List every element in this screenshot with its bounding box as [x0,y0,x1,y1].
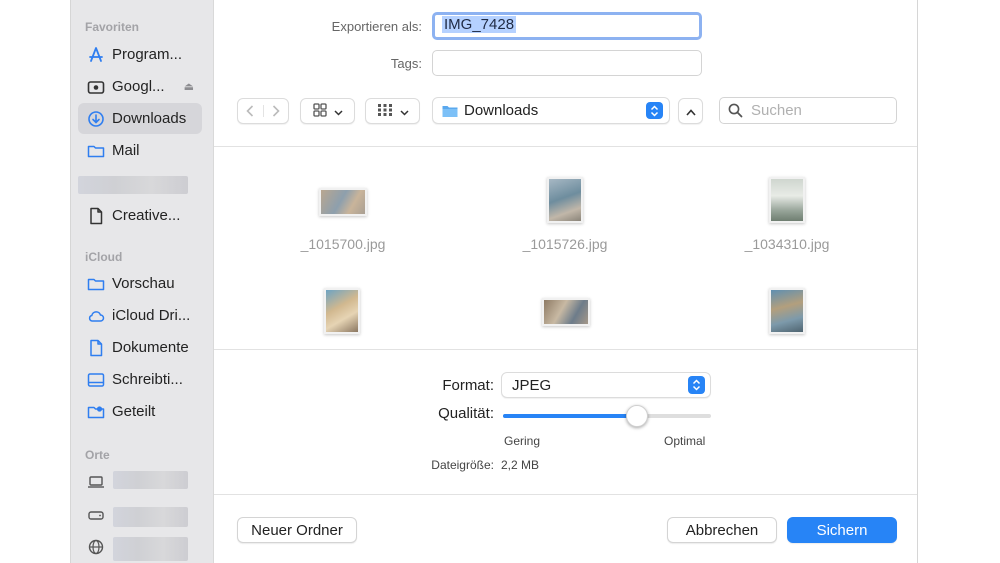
search-field[interactable]: Suchen [719,97,897,124]
file-name[interactable]: _1034310.jpg [702,236,872,252]
view-icons-button[interactable] [300,98,355,124]
downloads-icon [87,110,105,128]
file-thumbnail[interactable] [324,288,360,334]
sidebar-item-place-network[interactable] [78,531,118,562]
sidebar-item-label: Geteilt [112,403,156,420]
group-grid-icon [377,103,393,120]
quality-label: Qualität: [438,405,494,422]
sidebar-item-place-computer[interactable] [78,466,118,497]
group-view-button[interactable] [365,98,420,124]
sidebar-item-creative[interactable]: Creative... [78,200,202,231]
sidebar-item-applications[interactable]: Program... [78,39,202,70]
sidebar-section-favorites: Favoriten [85,20,140,34]
file-thumbnail[interactable] [547,177,583,223]
format-popup[interactable]: JPEG [501,372,711,398]
chevron-down-icon [333,104,343,119]
tags-label: Tags: [390,56,422,71]
search-placeholder: Suchen [751,102,802,119]
sidebar-item-label: Schreibti... [112,371,183,388]
sidebar: Favoriten Program... Googl... ⏏ Download… [71,0,214,563]
save-button[interactable]: Sichern [787,517,897,543]
updown-chevron-icon [688,376,705,394]
quality-slider[interactable] [503,404,711,428]
sidebar-item-dokumente[interactable]: Dokumente [78,332,202,363]
sidebar-item-label: Dokumente [112,339,189,356]
desktop-icon [87,371,105,389]
export-filename-value: IMG_7428 [442,16,517,33]
updown-chevron-icon [646,102,663,119]
location-label: Downloads [464,102,539,119]
sidebar-item-label: Program... [112,46,183,63]
quality-min-label: Gering [504,434,541,448]
file-thumbnail[interactable] [542,298,590,326]
sidebar-item-geteilt[interactable]: Geteilt [78,396,202,427]
file-name[interactable]: _1015726.jpg [480,236,650,252]
main-panel: Exportieren als: IMG_7428 Tags: Download… [214,0,917,563]
location-popup[interactable]: Downloads [432,97,670,124]
applications-icon [87,46,105,64]
sidebar-section-places: Orte [85,448,110,462]
chevron-up-icon [685,104,696,119]
grid-view-icon [312,102,327,120]
sidebar-item-mail[interactable]: Mail [78,135,202,166]
sidebar-item-schreibtisch[interactable]: Schreibti... [78,364,202,395]
redacted-place-label [113,471,188,489]
globe-icon [87,538,105,556]
sidebar-item-label: Vorschau [112,275,175,292]
save-dialog: Favoriten Program... Googl... ⏏ Download… [70,0,918,563]
sidebar-section-icloud: iCloud [85,250,123,264]
divider [214,494,917,495]
sidebar-item-icloud-drive[interactable]: iCloud Dri... [78,300,202,331]
quality-max-label: Optimal [664,434,706,448]
divider [214,146,917,147]
file-thumbnail[interactable] [769,288,805,334]
slider-knob[interactable] [625,405,648,427]
file-thumbnail[interactable] [769,177,805,223]
cloud-icon [87,307,105,325]
sidebar-item-vorschau[interactable]: Vorschau [78,268,202,299]
redacted-sidebar-item [78,176,188,194]
sidebar-item-place-drive[interactable] [78,499,118,530]
slider-fill [503,414,637,418]
sidebar-item-label: Googl... [112,78,165,95]
redacted-place-label [113,537,188,561]
folder-icon [87,275,105,293]
new-folder-button[interactable]: Neuer Ordner [237,517,357,543]
document-icon [87,339,105,357]
laptop-icon [87,473,105,491]
filesize-value: 2,2 MB [501,458,540,472]
cancel-button[interactable]: Abbrechen [667,517,777,543]
hard-drive-icon [87,506,105,524]
sidebar-item-label: Creative... [112,207,181,224]
redacted-place-label [113,507,188,527]
eject-icon[interactable]: ⏏ [184,80,194,93]
divider [214,349,917,350]
search-icon [728,103,743,118]
shared-folder-icon [87,403,105,421]
format-value: JPEG [512,376,552,394]
sidebar-item-label: Downloads [112,110,187,127]
sidebar-item-downloads[interactable]: Downloads [78,103,202,134]
collapse-button[interactable] [678,98,703,124]
format-label: Format: [442,377,494,394]
file-thumbnail[interactable] [319,188,367,216]
document-icon [87,207,105,225]
drive-icon [87,78,105,96]
back-icon[interactable] [238,105,264,117]
export-filename-field[interactable]: IMG_7428 [432,12,702,40]
folder-icon [442,104,458,118]
tags-field[interactable] [432,50,702,76]
folder-icon [87,142,105,160]
forward-icon[interactable] [264,105,289,117]
sidebar-item-label: Mail [112,142,140,159]
file-name[interactable]: _1015700.jpg [258,236,428,252]
sidebar-item-label: iCloud Dri... [112,307,191,324]
filesize-label: Dateigröße: [431,458,494,472]
nav-buttons [237,98,289,124]
export-as-label: Exportieren als: [331,19,422,34]
chevron-down-icon [399,104,409,119]
sidebar-item-google-drive[interactable]: Googl... ⏏ [78,71,202,102]
